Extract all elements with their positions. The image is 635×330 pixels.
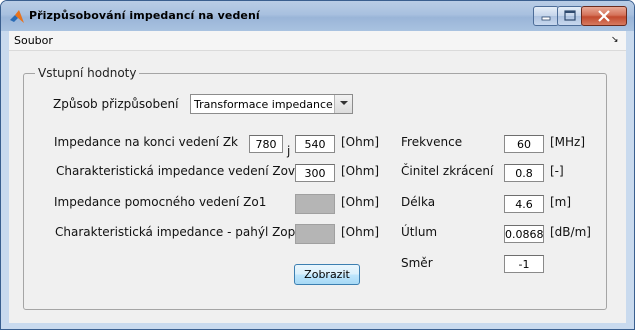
maximize-icon: [564, 10, 576, 21]
direction-input[interactable]: -1: [504, 255, 544, 273]
menu-bar: Soubor ↘: [9, 31, 626, 51]
method-label: Způsob přizpůsobení: [53, 97, 179, 111]
client-area: Soubor ↘ Vstupní hodnoty Způsob přizpůso…: [9, 31, 626, 323]
show-button[interactable]: Zobrazit: [294, 264, 360, 285]
zov-input[interactable]: 300: [295, 164, 335, 182]
shortening-factor-input[interactable]: 0.8: [504, 164, 544, 182]
chevron-down-icon: [340, 101, 348, 105]
attenuation-label: Útlum: [401, 225, 438, 239]
frequency-label: Frekvence: [401, 135, 463, 149]
zk-label: Impedance na konci vedení Zk: [54, 135, 238, 149]
imaginary-j-label: j: [287, 144, 291, 158]
app-window: Přizpůsobování impedancí na vedení Soubo…: [0, 0, 635, 330]
close-button[interactable]: [581, 6, 627, 26]
attenuation-input[interactable]: 0.0868: [504, 225, 544, 243]
method-select[interactable]: Transformace impedance: [190, 94, 353, 114]
zo1-output: [295, 194, 335, 214]
zk-real-input[interactable]: 780: [249, 135, 283, 153]
zov-unit: [Ohm]: [341, 164, 380, 178]
panel-title: Vstupní hodnoty: [35, 66, 140, 80]
zo1-label: Impedance pomocného vedení Zo1: [54, 195, 267, 209]
frequency-input[interactable]: 60: [504, 135, 544, 153]
matlab-logo-icon: [10, 10, 24, 23]
length-label: Délka: [401, 195, 436, 209]
method-select-button[interactable]: [334, 95, 352, 113]
menu-overflow-icon[interactable]: ↘: [611, 35, 619, 45]
menu-file[interactable]: Soubor: [14, 34, 53, 47]
zop-label: Charakteristická impedance - pahýl Zop: [55, 225, 296, 239]
zop-unit: [Ohm]: [341, 225, 380, 239]
length-input[interactable]: 4.6: [504, 195, 544, 213]
zo1-unit: [Ohm]: [341, 195, 380, 209]
zk-imag-input[interactable]: 540: [295, 135, 335, 153]
maximize-button[interactable]: [557, 6, 583, 26]
shortening-factor-unit: [-]: [550, 164, 564, 178]
zk-unit: [Ohm]: [341, 135, 380, 149]
shortening-factor-label: Činitel zkrácení: [401, 164, 494, 178]
minimize-button[interactable]: [533, 6, 559, 26]
window-title: Přizpůsobování impedancí na vedení: [29, 9, 260, 22]
direction-label: Směr: [401, 256, 433, 270]
zov-label: Charakteristická impedance vedení Zov: [56, 164, 296, 178]
zop-output: [295, 224, 335, 244]
method-select-value: Transformace impedance: [194, 98, 333, 111]
attenuation-unit: [dB/m]: [550, 225, 591, 239]
length-unit: [m]: [550, 195, 572, 209]
minimize-icon: [541, 16, 551, 21]
close-icon: [598, 10, 610, 22]
frequency-unit: [MHz]: [550, 135, 586, 149]
title-bar[interactable]: Přizpůsobování impedancí na vedení: [1, 1, 634, 31]
